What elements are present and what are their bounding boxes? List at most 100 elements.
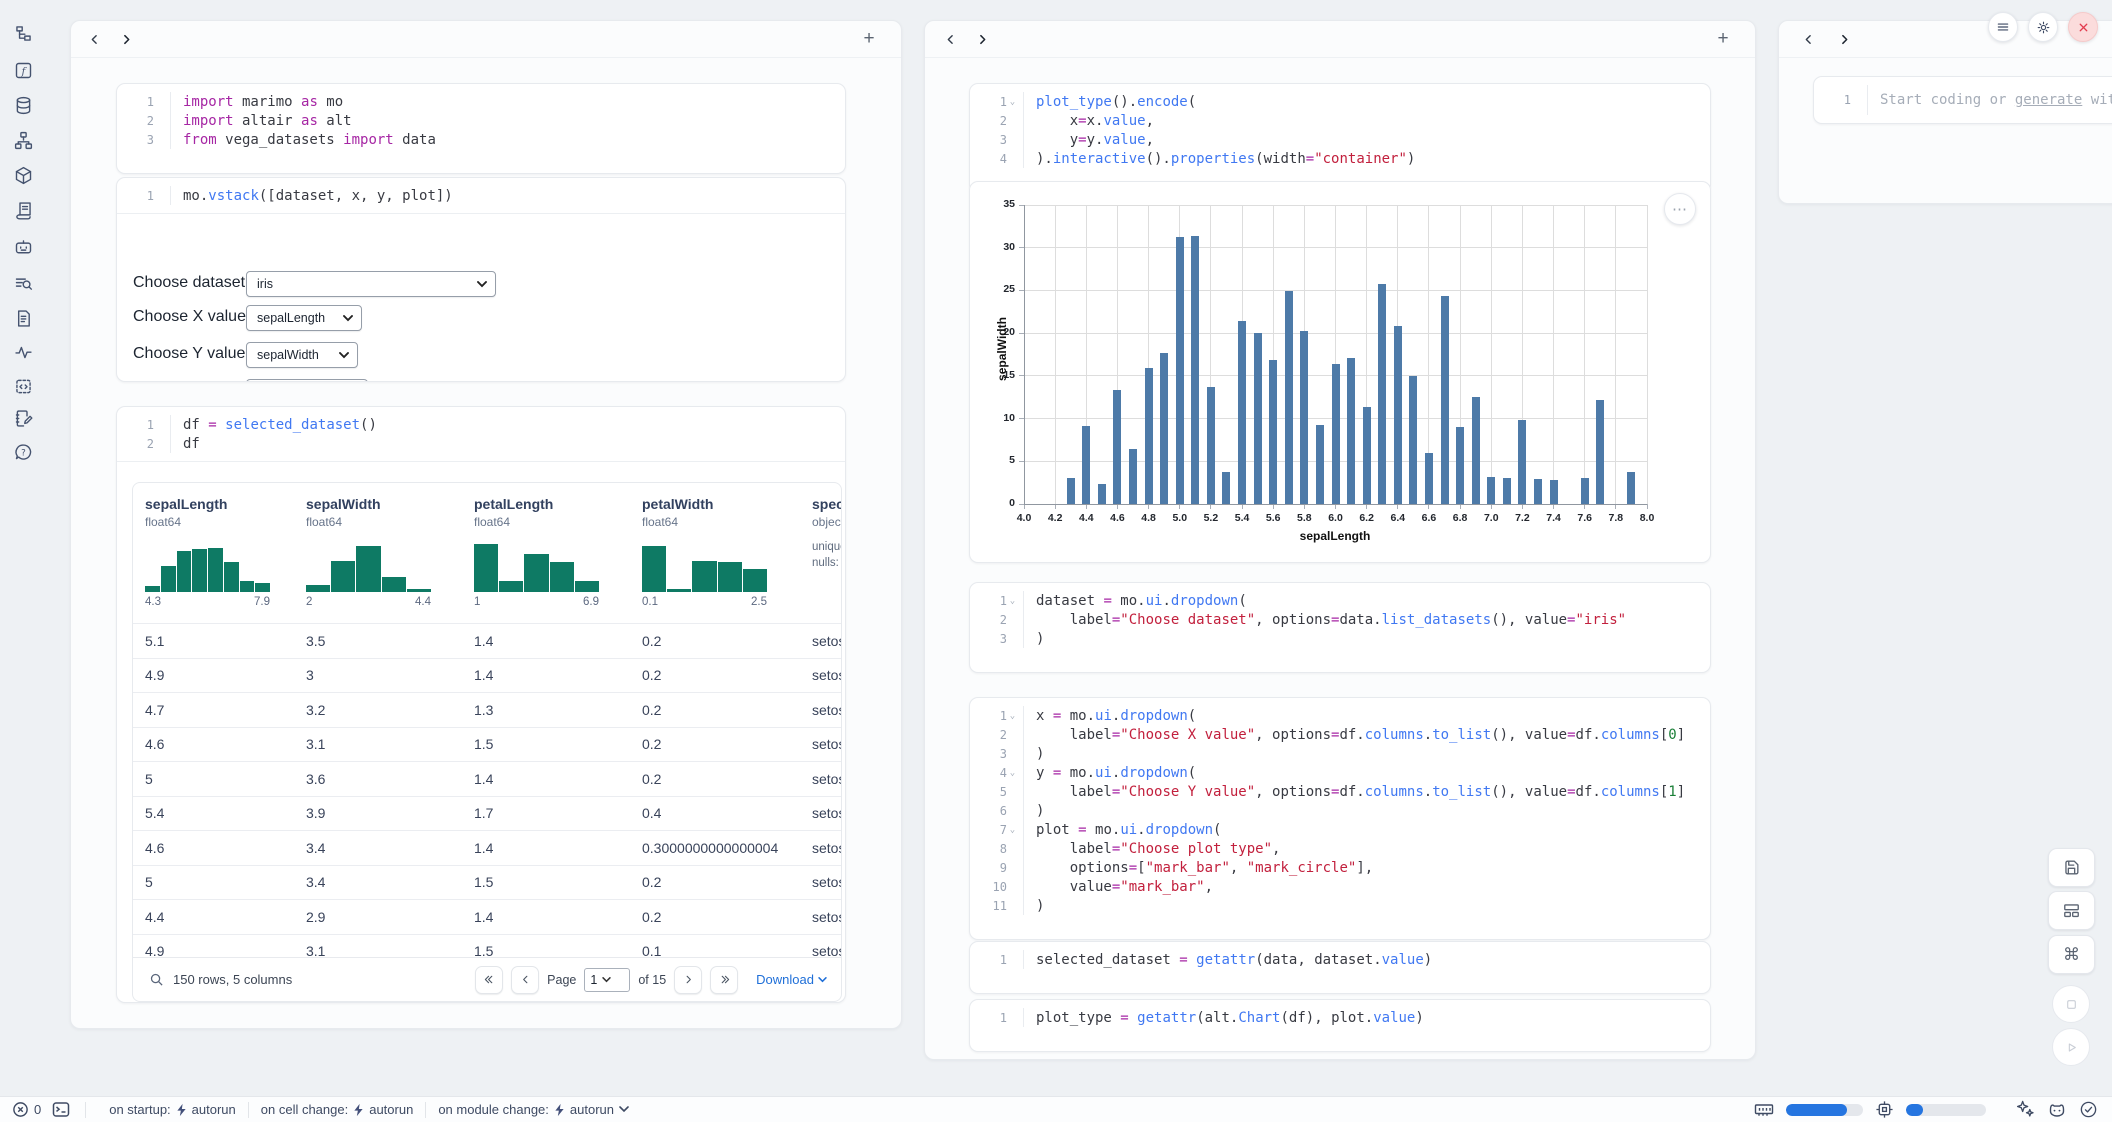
- code-cell-selected-dataset[interactable]: 1selected_dataset = getattr(data, datase…: [969, 941, 1711, 994]
- run-button[interactable]: [2052, 1028, 2090, 1066]
- code-cell-plot-type[interactable]: 1plot_type = getattr(alt.Chart(df), plot…: [969, 999, 1711, 1052]
- sparkles-icon: [2016, 1100, 2035, 1119]
- scroll-left-button[interactable]: [941, 30, 959, 48]
- scroll-left-button[interactable]: [85, 30, 103, 48]
- sidebar-functions-icon[interactable]: f: [13, 60, 35, 82]
- run-config-3[interactable]: on module change:autorun: [438, 1102, 629, 1117]
- code-cell-vstack[interactable]: 1mo.vstack([dataset, x, y, plot]) Choose…: [116, 177, 846, 382]
- keyboard-shortcuts-button[interactable]: ⌘: [2048, 935, 2095, 974]
- choose-dataset-select[interactable]: iris: [246, 271, 496, 297]
- table-cell: 1.4: [474, 840, 642, 856]
- column-histogram: [642, 538, 767, 592]
- y-tick-label: 25: [985, 283, 1015, 295]
- connection-status-button[interactable]: [2079, 1100, 2098, 1119]
- chart-menu-button[interactable]: ⋯: [1664, 193, 1696, 225]
- add-cell-button[interactable]: +: [1713, 29, 1733, 49]
- table-cell: setosa: [812, 874, 841, 890]
- x-tick-label: 5.2: [1194, 512, 1228, 524]
- sidebar-database-icon[interactable]: [13, 95, 35, 117]
- generate-link[interactable]: generate: [2015, 92, 2082, 108]
- choose-x-value-select[interactable]: sepalLength: [246, 305, 362, 331]
- x-tick-label: 8.0: [1630, 512, 1664, 524]
- page-select[interactable]: 1: [584, 968, 630, 992]
- code-line: import altair as alt: [171, 113, 352, 129]
- chart-bar: [1487, 477, 1495, 504]
- line-number: 2: [987, 613, 1007, 627]
- copilot-button[interactable]: [2047, 1100, 2067, 1120]
- stop-button[interactable]: [2052, 985, 2090, 1023]
- download-button[interactable]: Download: [756, 972, 827, 987]
- choose-y-value-select[interactable]: sepalWidth: [246, 342, 358, 368]
- layout-toggle-button[interactable]: [2048, 891, 2095, 930]
- settings-button[interactable]: [2028, 12, 2058, 42]
- table-cell: 0.2: [642, 771, 812, 787]
- x-axis-title: sepalLength: [1210, 529, 1460, 543]
- sidebar-file-tree-icon[interactable]: [13, 23, 35, 45]
- next-page-button[interactable]: [674, 966, 702, 994]
- sidebar-logs-icon[interactable]: [13, 273, 35, 295]
- code-cell-dataframe[interactable]: 1df = selected_dataset()2df sepalLengthf…: [116, 406, 846, 1003]
- sidebar-chat-icon[interactable]: [13, 237, 35, 259]
- sidebar-dependencies-icon[interactable]: [13, 130, 35, 152]
- column-header-petalLength[interactable]: petalLengthfloat6416.9: [474, 483, 642, 623]
- scroll-right-button[interactable]: [973, 30, 991, 48]
- table-row: 5.43.91.70.4setosa: [133, 796, 841, 831]
- y-tick-label: 5: [985, 454, 1015, 466]
- run-config-1[interactable]: on startup:autorun: [109, 1102, 236, 1117]
- search-icon[interactable]: [149, 972, 164, 987]
- add-cell-button[interactable]: +: [859, 29, 879, 49]
- save-button[interactable]: [2048, 848, 2095, 887]
- page-label: Page: [547, 973, 576, 987]
- table-body: 5.13.51.40.2setosa4.931.40.2setosa4.73.2…: [133, 623, 841, 968]
- code-line: import marimo as mo: [171, 94, 343, 110]
- code-line: ): [1024, 898, 1044, 914]
- control-label: Choose X value: [133, 308, 246, 326]
- code-cell-xy-plot-dropdowns[interactable]: 1⌄x = mo.ui.dropdown(2 label="Choose X v…: [969, 697, 1711, 940]
- lightning-icon: [554, 1103, 565, 1117]
- shutdown-button[interactable]: [2068, 12, 2098, 42]
- scroll-left-button[interactable]: [1799, 30, 1817, 48]
- column-header-petalWidth[interactable]: petalWidthfloat640.12.5: [642, 483, 812, 623]
- chart-bar: [1067, 478, 1075, 504]
- chart-bar: [1285, 291, 1293, 504]
- code-cell-imports[interactable]: 1import marimo as mo2import altair as al…: [116, 83, 846, 174]
- chart-bar: [1207, 387, 1215, 504]
- column-header-species[interactable]: speciesobjectunique:nulls:: [812, 483, 841, 623]
- chart-bar: [1472, 397, 1480, 504]
- chart-bar: [1332, 364, 1340, 504]
- table-cell: 4.4: [145, 909, 306, 925]
- run-config-2[interactable]: on cell change:autorun: [261, 1102, 414, 1117]
- table-cell: 4.6: [145, 840, 306, 856]
- table-cell: setosa: [812, 909, 841, 925]
- sidebar-snippets-icon[interactable]: [13, 376, 35, 398]
- sidebar-tracing-icon[interactable]: [13, 342, 35, 364]
- chart-bar: [1627, 472, 1635, 504]
- page-of-label: of 15: [638, 973, 666, 987]
- sidebar-documentation-icon[interactable]: [13, 308, 35, 330]
- empty-code-cell[interactable]: 1 Start coding or generate with AI: [1813, 76, 2112, 124]
- error-count[interactable]: 0: [12, 1101, 41, 1118]
- choose-plot-type-select[interactable]: mark_bar: [246, 379, 368, 382]
- previous-page-button[interactable]: [511, 966, 539, 994]
- table-cell: setosa: [812, 840, 841, 856]
- sidebar-packages-icon[interactable]: [13, 165, 35, 187]
- chart-bar: [1550, 480, 1558, 504]
- scroll-right-button[interactable]: [117, 30, 135, 48]
- code-cell-plot[interactable]: 1⌄plot_type().encode(2 x=x.value,3 y=y.v…: [969, 83, 1711, 193]
- first-page-button[interactable]: [475, 966, 503, 994]
- line-number: 1: [134, 95, 154, 109]
- sidebar-scratchpad-icon[interactable]: [13, 408, 35, 430]
- terminal-button[interactable]: [52, 1101, 70, 1118]
- sidebar-scripts-icon[interactable]: [13, 200, 35, 222]
- column-header-sepalLength[interactable]: sepalLengthfloat644.37.9: [145, 483, 306, 623]
- table-cell: 1.7: [474, 805, 642, 821]
- column-header-sepalWidth[interactable]: sepalWidthfloat6424.4: [306, 483, 474, 623]
- scroll-right-button[interactable]: [1835, 30, 1853, 48]
- last-page-button[interactable]: [710, 966, 738, 994]
- table-header: sepalLengthfloat644.37.9sepalWidthfloat6…: [133, 483, 841, 623]
- ai-assist-button[interactable]: [2016, 1100, 2035, 1119]
- code-cell-dataset-dropdown[interactable]: 1⌄dataset = mo.ui.dropdown(2 label="Choo…: [969, 582, 1711, 673]
- sidebar-help-icon[interactable]: ?: [13, 442, 35, 464]
- menu-button[interactable]: [1988, 12, 2018, 42]
- line-number: 4: [987, 766, 1007, 780]
